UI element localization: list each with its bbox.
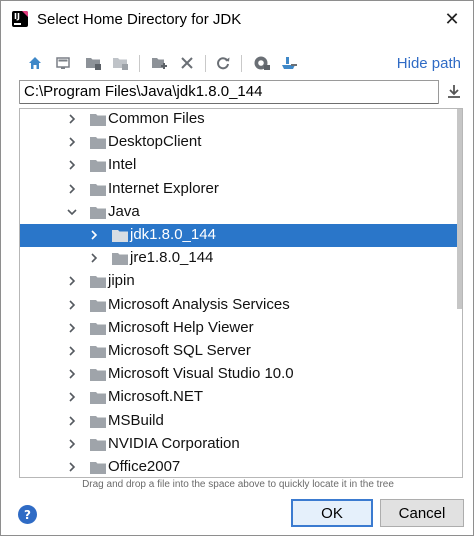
dialog-window: IJ Select Home Directory for JDK ✕ Hide … bbox=[0, 0, 474, 536]
home-icon[interactable] bbox=[23, 51, 47, 75]
module-folder-icon[interactable] bbox=[108, 51, 132, 75]
show-hidden-icon[interactable] bbox=[250, 51, 274, 75]
tree-item-label: MSBuild bbox=[108, 411, 164, 429]
folder-icon bbox=[90, 299, 106, 312]
chevron-right-icon[interactable] bbox=[67, 346, 77, 356]
chevron-right-icon[interactable] bbox=[67, 160, 77, 170]
refresh-icon[interactable] bbox=[211, 51, 235, 75]
directory-tree[interactable]: Office2007 NVIDIA Corporation MSBuild Micro… bbox=[19, 108, 463, 478]
project-folder-icon[interactable] bbox=[81, 51, 105, 75]
tree-row[interactable]: Microsoft.NET bbox=[20, 386, 462, 409]
chevron-right-icon[interactable] bbox=[67, 416, 77, 426]
desktop-icon[interactable] bbox=[51, 51, 75, 75]
folder-icon bbox=[90, 160, 106, 173]
chevron-right-icon[interactable] bbox=[67, 114, 77, 124]
folder-icon bbox=[90, 462, 106, 474]
folder-icon bbox=[90, 369, 106, 382]
chevron-right-icon[interactable] bbox=[67, 462, 77, 472]
tree-row[interactable]: Common Files bbox=[20, 109, 462, 131]
tree-row[interactable]: Microsoft SQL Server bbox=[20, 340, 462, 363]
tree-row[interactable]: jipin bbox=[20, 270, 462, 293]
drag-drop-hint: Drag and drop a file into the space abov… bbox=[82, 479, 394, 490]
tree-item-label: Common Files bbox=[108, 110, 205, 127]
sdk-icon[interactable] bbox=[277, 51, 301, 75]
chevron-right-icon[interactable] bbox=[67, 137, 77, 147]
chevron-right-icon[interactable] bbox=[67, 184, 77, 194]
tree-row[interactable]: Microsoft Visual Studio 10.0 bbox=[20, 363, 462, 386]
folder-icon bbox=[90, 206, 106, 219]
tree-row[interactable]: Internet Explorer bbox=[20, 178, 462, 201]
chevron-right-icon[interactable] bbox=[67, 300, 77, 310]
dialog-title: Select Home Directory for JDK bbox=[37, 11, 242, 28]
tree-item-label: Microsoft Analysis Services bbox=[108, 295, 290, 313]
chevron-right-icon[interactable] bbox=[67, 392, 77, 402]
tree-row[interactable]: Microsoft Analysis Services bbox=[20, 294, 462, 317]
folder-icon bbox=[90, 438, 106, 451]
download-icon[interactable] bbox=[445, 83, 463, 101]
folder-icon bbox=[90, 415, 106, 428]
tree-item-label: jipin bbox=[108, 272, 135, 290]
folder-icon bbox=[90, 392, 106, 405]
folder-icon bbox=[112, 230, 128, 242]
tree-item-label: Internet Explorer bbox=[108, 179, 219, 197]
tree-item-label: Java bbox=[108, 202, 140, 220]
chevron-right-icon[interactable] bbox=[89, 253, 99, 263]
tree-row[interactable]: Office2007 bbox=[20, 456, 462, 477]
tree-row[interactable]: Intel bbox=[20, 154, 462, 177]
toolbar: Hide path bbox=[1, 47, 473, 79]
tree-row[interactable]: DesktopClient bbox=[20, 131, 462, 154]
help-button[interactable]: ? bbox=[18, 505, 37, 524]
tree-item-label: Microsoft Help Viewer bbox=[108, 318, 254, 336]
title-bar: IJ Select Home Directory for JDK ✕ bbox=[1, 1, 473, 39]
new-folder-icon[interactable] bbox=[147, 51, 171, 75]
folder-icon bbox=[90, 137, 106, 150]
chevron-right-icon[interactable] bbox=[67, 323, 77, 333]
path-input[interactable]: C:\Program Files\Java\jdk1.8.0_144 bbox=[19, 80, 439, 104]
tree-row[interactable]: MSBuild bbox=[20, 410, 462, 433]
tree-item-label: DesktopClient bbox=[108, 133, 202, 151]
folder-icon bbox=[90, 183, 106, 196]
folder-icon bbox=[90, 322, 106, 335]
tree-row[interactable]: Java bbox=[20, 201, 462, 224]
tree-item-label: jre1.8.0_144 bbox=[130, 249, 214, 267]
tree-row[interactable]: jdk1.8.0_144 bbox=[20, 224, 462, 247]
tree-item-label: NVIDIA Corporation bbox=[108, 434, 240, 452]
tree-item-label: Office2007 bbox=[108, 458, 181, 475]
folder-icon bbox=[90, 276, 106, 289]
intellij-icon: IJ bbox=[12, 11, 28, 27]
tree-item-label: jdk1.8.0_144 bbox=[130, 226, 216, 243]
tree-row[interactable]: Microsoft Help Viewer bbox=[20, 317, 462, 340]
close-button[interactable]: ✕ bbox=[437, 5, 467, 33]
tree-row[interactable]: jre1.8.0_144 bbox=[20, 247, 462, 270]
hide-path-link[interactable]: Hide path bbox=[397, 55, 461, 72]
chevron-right-icon[interactable] bbox=[89, 230, 99, 240]
tree-item-label: Microsoft Visual Studio 10.0 bbox=[108, 365, 294, 383]
tree-item-label: Microsoft SQL Server bbox=[108, 342, 251, 359]
ok-button[interactable]: OK bbox=[291, 499, 373, 527]
tree-row[interactable]: NVIDIA Corporation bbox=[20, 433, 462, 456]
chevron-right-icon[interactable] bbox=[67, 439, 77, 449]
tree-item-label: Microsoft.NET bbox=[108, 388, 204, 406]
delete-icon[interactable] bbox=[175, 51, 199, 75]
chevron-down-icon[interactable] bbox=[67, 207, 77, 217]
folder-icon bbox=[90, 114, 106, 126]
tree-item-label: Intel bbox=[108, 156, 137, 174]
chevron-right-icon[interactable] bbox=[67, 276, 77, 286]
folder-icon bbox=[90, 346, 106, 358]
chevron-right-icon[interactable] bbox=[67, 369, 77, 379]
cancel-button[interactable]: Cancel bbox=[380, 499, 464, 527]
tree-scrollbar[interactable] bbox=[457, 109, 462, 309]
folder-icon bbox=[112, 253, 128, 266]
